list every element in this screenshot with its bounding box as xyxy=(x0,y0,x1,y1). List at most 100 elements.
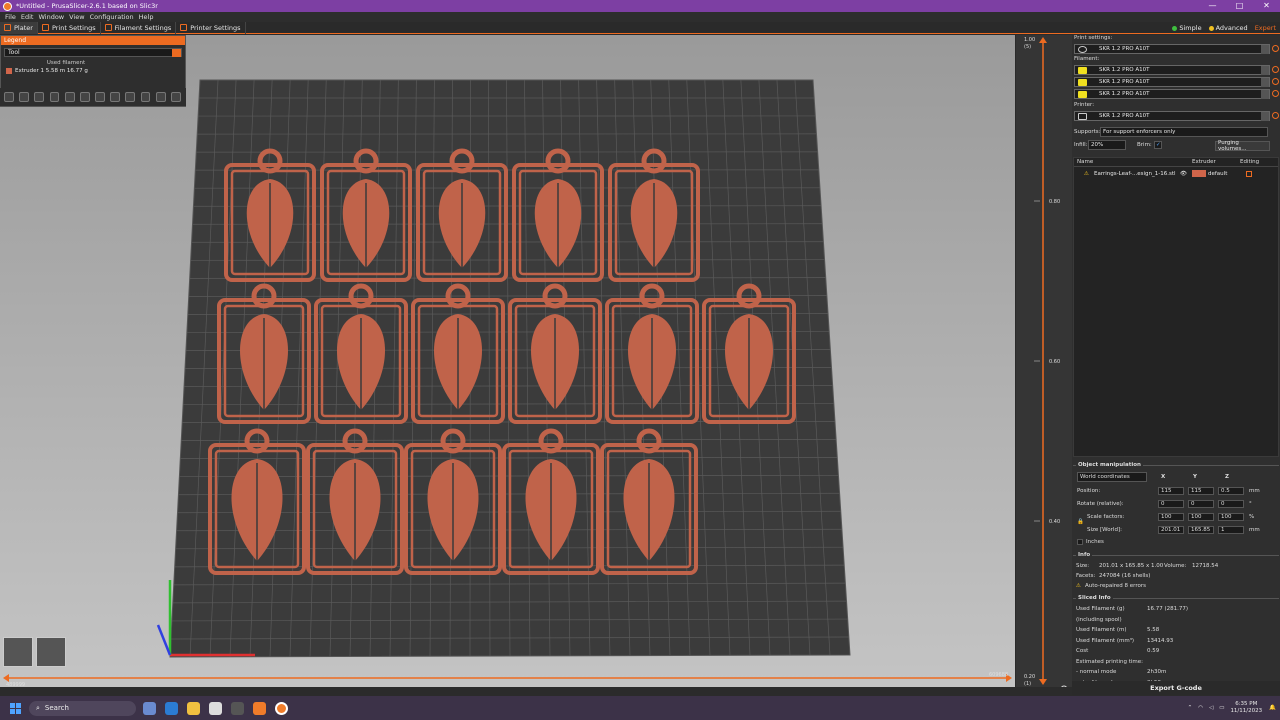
scale-x[interactable]: 100 xyxy=(1158,513,1184,521)
menu-window[interactable]: Window xyxy=(38,13,64,21)
print-settings-combo[interactable]: SKR 1.2 PRO A10T xyxy=(1074,44,1270,54)
horizontal-slider[interactable]: 489999 609688 xyxy=(0,672,1015,687)
edit-preset-icon[interactable] xyxy=(1272,45,1279,52)
legend-header[interactable]: Legend xyxy=(1,36,185,45)
print-settings-icon xyxy=(1078,46,1087,53)
split-parts-icon[interactable] xyxy=(140,92,151,102)
clock[interactable]: 6:35 PM 11/11/2023 xyxy=(1230,701,1262,715)
edit-preset-icon[interactable] xyxy=(1272,78,1279,85)
printer-combo[interactable]: SKR 1.2 PRO A10T xyxy=(1074,111,1270,121)
store-icon[interactable] xyxy=(209,701,222,715)
windows-start-icon[interactable] xyxy=(10,702,21,714)
iso-view-icon[interactable] xyxy=(3,637,33,667)
3d-viewport[interactable] xyxy=(0,35,1015,687)
menu-configuration[interactable]: Configuration xyxy=(90,13,134,21)
mode-expert[interactable]: Expert xyxy=(1255,24,1276,32)
gear-icon xyxy=(41,24,49,31)
prusaslicer-taskbar-icon[interactable] xyxy=(275,701,288,715)
legend-view-select[interactable]: Tool xyxy=(4,48,182,57)
edit-preset-icon[interactable] xyxy=(1272,66,1279,73)
position-y[interactable]: 115 xyxy=(1188,487,1214,495)
position-x[interactable]: 115 xyxy=(1158,487,1184,495)
battery-icon[interactable]: ▭ xyxy=(1219,705,1224,711)
notifications-icon[interactable]: 🔔 xyxy=(1269,705,1276,711)
copy-icon[interactable] xyxy=(64,92,75,102)
cog-icon[interactable] xyxy=(1060,685,1068,693)
filament-combo-3[interactable]: SKR 1.2 PRO A10T xyxy=(1074,89,1270,99)
wifi-icon[interactable]: ◠ xyxy=(1198,705,1203,711)
infill-combo[interactable]: 20% xyxy=(1088,140,1126,150)
add-instance-icon[interactable] xyxy=(95,92,105,102)
sliced-info-label: Used Filament (m) xyxy=(1076,627,1127,633)
taskbar-search[interactable]: ⌕ Search xyxy=(29,700,136,716)
paste-icon[interactable] xyxy=(79,92,90,102)
edge-icon[interactable] xyxy=(165,701,178,715)
layers-view-icon[interactable] xyxy=(36,637,66,667)
tab-filament-settings[interactable]: Filament Settings xyxy=(101,21,177,34)
delete-all-icon[interactable] xyxy=(34,92,45,102)
export-gcode-button[interactable]: Export G-code xyxy=(1072,681,1280,695)
object-extruder[interactable]: default xyxy=(1208,171,1244,177)
maximize-button[interactable]: □ xyxy=(1226,0,1253,12)
tab-plater[interactable]: Plater xyxy=(0,21,38,34)
size-x[interactable]: 201.01 xyxy=(1158,526,1184,534)
extruder-color-swatch xyxy=(6,68,12,74)
edit-preset-icon[interactable] xyxy=(1272,112,1279,119)
edit-icon[interactable] xyxy=(1246,170,1252,177)
app-icon[interactable] xyxy=(231,701,244,715)
vslider-bottom-thumb[interactable] xyxy=(1039,679,1047,685)
object-list[interactable]: Name Extruder Editing ⚠ Earrings-Leaf-..… xyxy=(1073,157,1279,457)
supports-combo[interactable]: For support enforcers only xyxy=(1100,127,1268,137)
close-button[interactable]: ✕ xyxy=(1253,0,1280,12)
vslider-top-thumb[interactable] xyxy=(1039,37,1047,43)
brim-checkbox[interactable]: ✓ xyxy=(1154,141,1162,149)
menu-view[interactable]: View xyxy=(69,13,84,21)
size-y[interactable]: 165.85 xyxy=(1188,526,1214,534)
inches-checkbox[interactable] xyxy=(1077,539,1083,545)
file-explorer-icon[interactable] xyxy=(187,701,200,715)
filament-combo-2[interactable]: SKR 1.2 PRO A10T xyxy=(1074,77,1270,87)
eye-icon[interactable]: 👁 xyxy=(1180,171,1190,177)
slicer-taskbar-icon[interactable] xyxy=(253,701,266,715)
col-extruder[interactable]: Extruder xyxy=(1189,158,1237,166)
add-icon[interactable] xyxy=(4,92,14,102)
rotate-x[interactable]: 0 xyxy=(1158,500,1184,508)
scale-z[interactable]: 100 xyxy=(1218,513,1244,521)
purging-volumes-button[interactable]: Purging volumes... xyxy=(1215,140,1270,152)
volume-icon[interactable]: ◁ xyxy=(1209,705,1213,711)
hslider-left-thumb[interactable] xyxy=(3,674,9,682)
delete-icon[interactable] xyxy=(19,92,30,102)
object-row[interactable]: ⚠ Earrings-Leaf-...esign_1-16.stl 👁 defa… xyxy=(1074,169,1278,178)
split-objects-icon[interactable] xyxy=(125,92,136,102)
col-name[interactable]: Name xyxy=(1074,158,1189,166)
position-z[interactable]: 0.5 xyxy=(1218,487,1244,495)
minimize-button[interactable]: — xyxy=(1199,0,1226,12)
rotate-z[interactable]: 0 xyxy=(1218,500,1244,508)
tab-printer-settings[interactable]: Printer Settings xyxy=(176,21,246,34)
copilot-icon[interactable] xyxy=(143,701,156,715)
scale-y[interactable]: 100 xyxy=(1188,513,1214,521)
tab-print-settings[interactable]: Print Settings xyxy=(38,21,101,34)
mode-advanced[interactable]: Advanced xyxy=(1208,24,1248,32)
menu-edit[interactable]: Edit xyxy=(21,13,34,21)
menu-file[interactable]: File xyxy=(5,13,16,21)
filament-combo-1[interactable]: SKR 1.2 PRO A10T xyxy=(1074,65,1270,75)
search-icon: ⌕ xyxy=(36,703,40,712)
menu-help[interactable]: Help xyxy=(139,13,154,21)
edit-preset-icon[interactable] xyxy=(1272,90,1279,97)
col-editing[interactable]: Editing xyxy=(1237,158,1277,166)
spool-icon xyxy=(104,24,112,31)
coordinates-select[interactable]: World coordinates xyxy=(1077,472,1147,482)
variable-height-icon[interactable] xyxy=(170,92,181,102)
arrange-icon[interactable] xyxy=(49,92,60,102)
supports-label: Supports: xyxy=(1074,129,1101,135)
mode-simple[interactable]: Simple xyxy=(1172,24,1202,32)
object-manipulation-title: Object manipulation xyxy=(1076,462,1143,468)
rotate-y[interactable]: 0 xyxy=(1188,500,1214,508)
chevron-up-icon[interactable]: ⌃ xyxy=(1188,705,1193,711)
vertical-slider[interactable]: 1.00 (5) 0.20 (1) 0.80 0.60 0.40 xyxy=(1016,35,1072,693)
layers-editing-icon[interactable] xyxy=(155,92,166,102)
lock-icon[interactable]: 🔒 xyxy=(1077,519,1084,525)
remove-instance-icon[interactable] xyxy=(110,92,121,102)
size-z[interactable]: 1 xyxy=(1218,526,1244,534)
